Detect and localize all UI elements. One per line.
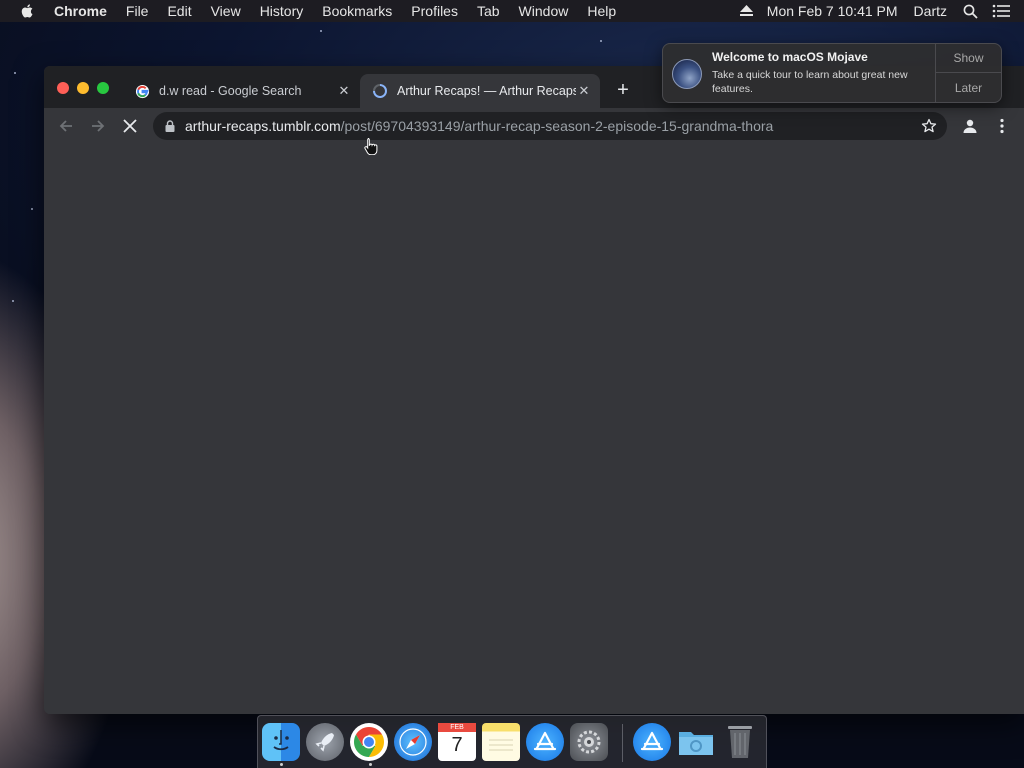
lock-icon[interactable] (165, 120, 175, 132)
window-close-button[interactable] (57, 82, 69, 94)
notification-actions: Show Later (935, 44, 1001, 102)
dock-separator (622, 724, 623, 762)
forward-arrow-icon[interactable] (88, 116, 108, 136)
dock-folder-icon[interactable] (677, 723, 715, 761)
menu-clock[interactable]: Mon Feb 7 10:41 PM (767, 3, 898, 19)
tab-google-search[interactable]: d.w read - Google Search ✕ (122, 74, 360, 108)
menu-edit[interactable]: Edit (167, 3, 191, 19)
tab-close-icon[interactable]: ✕ (576, 83, 592, 99)
window-minimize-button[interactable] (77, 82, 89, 94)
profile-icon[interactable] (960, 116, 980, 136)
dock-app-store-downloads-icon[interactable] (633, 723, 671, 761)
apple-menu-icon[interactable] (19, 3, 37, 19)
notification-later-button[interactable]: Later (936, 73, 1001, 102)
dock-system-preferences-icon[interactable] (570, 723, 608, 761)
new-tab-button[interactable]: + (612, 80, 634, 102)
url-host: arthur-recaps.tumblr.com (185, 118, 341, 134)
dock-finder-icon[interactable] (262, 723, 300, 761)
menu-app-name[interactable]: Chrome (54, 3, 107, 19)
notification-center-icon[interactable] (992, 4, 1010, 18)
tab-arthur-recaps[interactable]: Arthur Recaps! — Arthur Recaps ✕ (360, 74, 600, 108)
dock-calendar-icon[interactable]: FEB 7 (438, 723, 476, 761)
bookmark-star-icon[interactable] (921, 118, 937, 134)
browser-window: d.w read - Google Search ✕ Arthur Recaps… (44, 66, 1024, 714)
menu-tab[interactable]: Tab (477, 3, 500, 19)
stop-loading-icon[interactable] (120, 116, 140, 136)
page-content-area[interactable] (44, 144, 1024, 714)
spotlight-search-icon[interactable] (963, 4, 978, 19)
macos-mojave-icon (672, 59, 702, 89)
menu-help[interactable]: Help (587, 3, 616, 19)
hand-pointer-cursor-icon (364, 137, 378, 160)
menu-file[interactable]: File (126, 3, 149, 19)
dock-chrome-icon[interactable] (350, 723, 388, 761)
dock-notes-icon[interactable] (482, 723, 520, 761)
menu-view[interactable]: View (211, 3, 241, 19)
url-path: /post/69704393149/arthur-recap-season-2-… (340, 118, 774, 134)
dock: FEB 7 (257, 715, 767, 768)
more-menu-icon[interactable] (992, 116, 1012, 136)
calendar-month: FEB (438, 723, 476, 732)
tab-title: d.w read - Google Search (159, 84, 302, 98)
window-zoom-button[interactable] (97, 82, 109, 94)
notification-body: Take a quick tour to learn about great n… (712, 69, 908, 95)
dock-launchpad-icon[interactable] (306, 723, 344, 761)
dock-safari-icon[interactable] (394, 723, 432, 761)
address-bar[interactable]: arthur-recaps.tumblr.com/post/6970439314… (153, 112, 947, 140)
dock-trash-icon[interactable] (721, 723, 759, 761)
eject-icon[interactable] (739, 5, 753, 17)
dock-app-store-icon[interactable] (526, 723, 564, 761)
loading-spinner-icon (372, 83, 388, 99)
google-g-icon (134, 83, 150, 99)
dock-running-indicator (369, 763, 372, 766)
menu-profiles[interactable]: Profiles (411, 3, 458, 19)
menu-user-name[interactable]: Dartz (914, 3, 947, 19)
menu-bar: Chrome File Edit View History Bookmarks … (0, 0, 1024, 22)
mojave-welcome-notification[interactable]: Welcome to macOS Mojave Take a quick tou… (662, 43, 1002, 103)
dock-running-indicator (280, 763, 283, 766)
notification-title: Welcome to macOS Mojave (712, 50, 868, 64)
calendar-day: 7 (451, 734, 463, 756)
back-arrow-icon[interactable] (56, 116, 76, 136)
menu-history[interactable]: History (260, 3, 304, 19)
menu-bookmarks[interactable]: Bookmarks (322, 3, 392, 19)
tab-title: Arthur Recaps! — Arthur Recaps (397, 84, 576, 98)
menu-window[interactable]: Window (519, 3, 569, 19)
notification-show-button[interactable]: Show (936, 44, 1001, 73)
tab-close-icon[interactable]: ✕ (336, 83, 352, 99)
browser-toolbar: arthur-recaps.tumblr.com/post/6970439314… (44, 108, 1024, 144)
